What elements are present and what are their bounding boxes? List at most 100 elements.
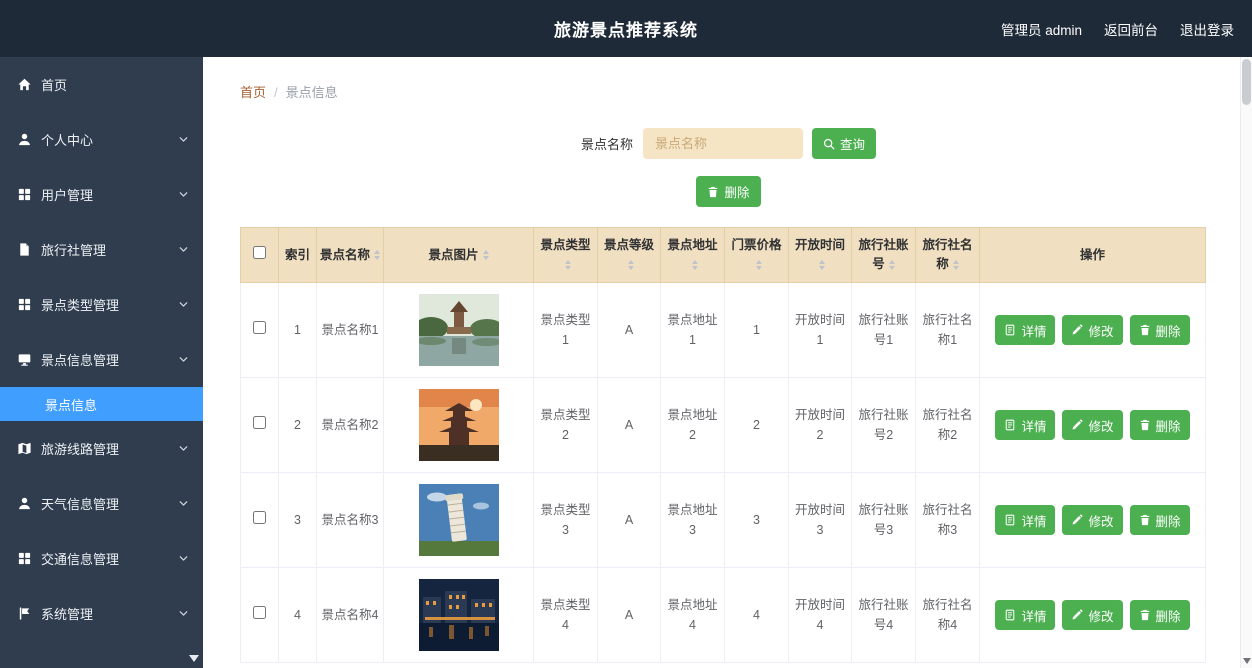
back-to-front-link[interactable]: 返回前台 bbox=[1104, 19, 1158, 39]
cell-open-time: 开放时间4 bbox=[788, 567, 852, 663]
sort-icon[interactable] bbox=[755, 259, 762, 270]
cell-address: 景点地址3 bbox=[660, 472, 725, 568]
sidebar-item-5[interactable]: 景点类型管理 bbox=[0, 277, 203, 332]
cell-grade: A bbox=[597, 567, 661, 663]
bulk-delete-label: 删除 bbox=[724, 186, 750, 200]
column-header[interactable]: 景点图片 bbox=[383, 227, 534, 283]
sort-icon[interactable] bbox=[819, 259, 825, 270]
logout-link[interactable]: 退出登录 bbox=[1180, 19, 1234, 39]
column-header[interactable]: 门票价格 bbox=[724, 227, 789, 283]
sidebar-item-6[interactable]: 景点信息管理 bbox=[0, 332, 203, 387]
chevron-down-icon bbox=[178, 134, 189, 145]
scrollbar-thumb[interactable] bbox=[1242, 59, 1251, 105]
cell-price: 1 bbox=[724, 282, 789, 378]
row-checkbox[interactable] bbox=[253, 606, 266, 619]
monitor-icon bbox=[17, 352, 32, 367]
edit-icon bbox=[1073, 419, 1084, 430]
grid-icon bbox=[17, 187, 32, 202]
sort-icon[interactable] bbox=[564, 259, 571, 270]
sidebar-item-10[interactable]: 系统管理 bbox=[0, 586, 203, 641]
attraction-photo bbox=[418, 294, 499, 366]
detail-icon bbox=[1006, 609, 1015, 621]
page-layout: 首页个人中心用户管理旅行社管理景点类型管理景点信息管理 景点信息 旅游线路管理 天气信… bbox=[0, 57, 1252, 668]
cell-open-time: 开放时间1 bbox=[788, 282, 852, 378]
sidebar-item-2[interactable]: 个人中心 bbox=[0, 112, 203, 167]
cell-agency-name: 旅行社名称2 bbox=[915, 377, 980, 473]
bulk-delete-button[interactable]: 删除 bbox=[696, 176, 761, 207]
cell-open-time: 开放时间3 bbox=[788, 472, 852, 568]
search-input[interactable] bbox=[643, 128, 803, 159]
column-label: 索引 bbox=[284, 247, 310, 262]
sidebar-item-label: 个人中心 bbox=[41, 133, 94, 148]
cell-agency-account: 旅行社账号4 bbox=[851, 567, 916, 663]
column-header[interactable]: 旅行社名称 bbox=[915, 227, 980, 283]
sidebar-subitem[interactable]: 景点信息 bbox=[0, 387, 203, 421]
sidebar-item-3[interactable]: 用户管理 bbox=[0, 167, 203, 222]
flag-icon bbox=[17, 606, 32, 621]
breadcrumb-home[interactable]: 首页 bbox=[240, 85, 266, 100]
edit-icon bbox=[1073, 609, 1084, 620]
column-header[interactable]: 景点名称 bbox=[316, 227, 384, 283]
column-label: 旅行社账号 bbox=[858, 238, 909, 271]
sidebar-item-label: 用户管理 bbox=[41, 188, 94, 203]
sidebar-item-9[interactable]: 交通信息管理 bbox=[0, 531, 203, 586]
map-icon bbox=[17, 441, 32, 456]
chevron-down-icon bbox=[178, 608, 189, 619]
detail-icon bbox=[1006, 514, 1015, 526]
column-header[interactable]: 开放时间 bbox=[788, 227, 852, 283]
scrollbar-down-arrow[interactable] bbox=[1242, 658, 1251, 664]
sidebar-item-4[interactable]: 旅行社管理 bbox=[0, 222, 203, 277]
edit-button[interactable]: 修改 bbox=[1062, 600, 1123, 630]
row-checkbox[interactable] bbox=[253, 416, 266, 429]
detail-button[interactable]: 详情 bbox=[995, 315, 1056, 345]
sidebar-item-label: 旅行社管理 bbox=[41, 243, 107, 258]
edit-button[interactable]: 修改 bbox=[1062, 315, 1123, 345]
sort-icon[interactable] bbox=[628, 259, 634, 270]
detail-button[interactable]: 详情 bbox=[995, 410, 1056, 440]
sort-icon[interactable] bbox=[691, 259, 698, 270]
delete-button[interactable]: 删除 bbox=[1129, 600, 1190, 630]
trash-icon bbox=[1140, 324, 1149, 336]
column-header[interactable]: 景点地址 bbox=[660, 227, 725, 283]
sidebar-item-label: 交通信息管理 bbox=[41, 552, 120, 567]
column-header[interactable]: 景点类型 bbox=[533, 227, 598, 283]
chevron-down-icon bbox=[178, 354, 189, 365]
chevron-down-icon bbox=[178, 553, 189, 564]
column-header[interactable]: 旅行社账号 bbox=[851, 227, 916, 283]
table-row: 2 景点名称2 景点类型2 A 景点地址2 2 开放时间2 旅行社账号2 旅行社名称2 详情 修改删… bbox=[240, 377, 1206, 473]
cell-grade: A bbox=[597, 377, 661, 473]
query-button[interactable]: 查询 bbox=[812, 128, 877, 159]
column-label: 景点等级 bbox=[603, 238, 654, 253]
sort-icon[interactable] bbox=[952, 259, 959, 270]
sidebar-item-8[interactable]: 天气信息管理 bbox=[0, 476, 203, 531]
sidebar-item-1[interactable]: 首页 bbox=[0, 57, 203, 112]
topbar: 旅游景点推荐系统 管理员 admin 返回前台 退出登录 bbox=[0, 0, 1252, 57]
edit-button[interactable]: 修改 bbox=[1062, 410, 1123, 440]
vertical-scrollbar[interactable] bbox=[1240, 57, 1252, 668]
sort-icon[interactable] bbox=[482, 250, 489, 261]
sidebar-item-7[interactable]: 旅游线路管理 bbox=[0, 421, 203, 476]
cell-grade: A bbox=[597, 472, 661, 568]
breadcrumb-separator: / bbox=[274, 85, 278, 100]
edit-icon bbox=[1073, 514, 1084, 525]
sidebar-scroll-down-icon[interactable] bbox=[189, 655, 199, 662]
sort-icon[interactable] bbox=[888, 259, 895, 270]
trash-icon bbox=[1140, 609, 1149, 621]
sidebar-item-label: 首页 bbox=[41, 78, 68, 93]
app-title: 旅游景点推荐系统 bbox=[554, 21, 698, 40]
edit-button[interactable]: 修改 bbox=[1062, 505, 1123, 535]
column-label: 旅行社名称 bbox=[922, 238, 973, 271]
attraction-photo bbox=[418, 389, 499, 461]
cell-name: 景点名称3 bbox=[316, 472, 384, 568]
detail-button[interactable]: 详情 bbox=[995, 600, 1056, 630]
delete-button[interactable]: 删除 bbox=[1129, 505, 1190, 535]
sidebar-item-label: 景点类型管理 bbox=[41, 298, 120, 313]
detail-button[interactable]: 详情 bbox=[995, 505, 1056, 535]
select-all-checkbox[interactable] bbox=[253, 245, 266, 259]
delete-button[interactable]: 删除 bbox=[1129, 410, 1190, 440]
row-checkbox[interactable] bbox=[253, 321, 266, 334]
row-checkbox[interactable] bbox=[253, 511, 266, 524]
column-header[interactable]: 景点等级 bbox=[597, 227, 661, 283]
delete-button[interactable]: 删除 bbox=[1129, 315, 1190, 345]
sort-icon[interactable] bbox=[374, 250, 381, 261]
